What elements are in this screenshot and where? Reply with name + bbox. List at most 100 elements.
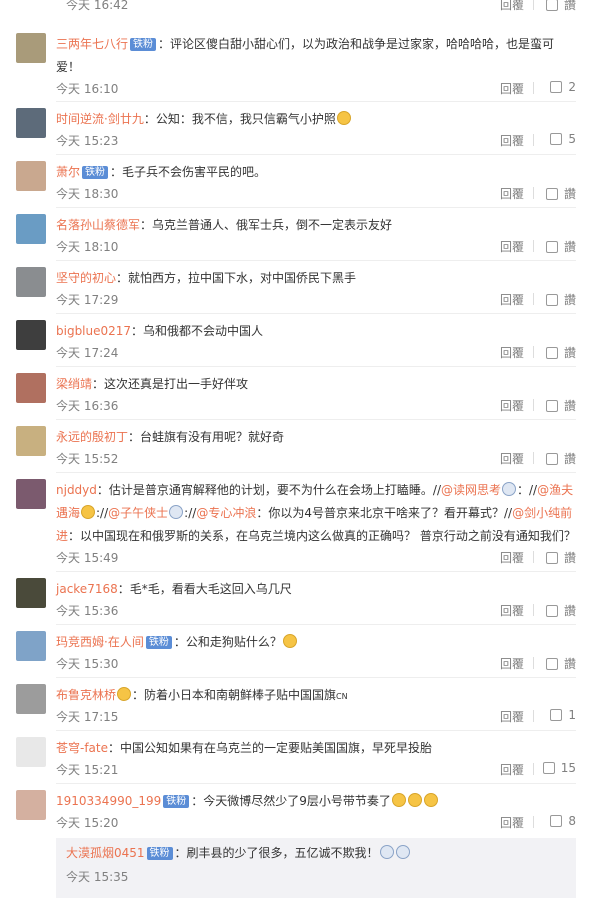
user-name[interactable]: 三两年七八行 xyxy=(56,37,128,51)
like-button[interactable]: 1 xyxy=(550,708,576,722)
thumbs-up-icon xyxy=(545,0,558,11)
sub-reply-box: 大漠孤烟0451 铁粉 ：刷丰县的少了很多，五亿诚不欺我！ 今天 15:35 xyxy=(56,838,576,898)
avatar[interactable] xyxy=(16,373,46,403)
thumbs-up-icon xyxy=(545,400,558,412)
like-button[interactable]: 5 xyxy=(550,132,576,146)
comment-text: 苍穹-fate：中国公知如果有在乌克兰的一定要贴美国国旗，早死早投胎 xyxy=(56,741,433,755)
user-name[interactable]: 布鲁克林桥 xyxy=(56,688,116,702)
reply-button[interactable]: 回覆 xyxy=(500,291,524,308)
comment-item: 时间逆流·剑廿九：公知：我不信，我只信霸气小护照 今天 15:23 回覆 5 xyxy=(16,108,576,155)
avatar[interactable] xyxy=(16,108,46,138)
fan-badge[interactable]: 铁粉 xyxy=(163,795,190,808)
laughing-emoji-icon xyxy=(282,634,297,648)
reply-button[interactable]: 回覆 xyxy=(500,549,524,566)
like-count: 讚 xyxy=(563,0,576,12)
comment-item: 萧尔 铁粉 ：毛子兵不会伤害平民的吧。 今天 18:30 回覆 讚 xyxy=(16,161,576,208)
like-count: 15 xyxy=(560,761,576,775)
user-name[interactable]: 坚守的初心 xyxy=(56,271,116,285)
avatar[interactable] xyxy=(16,161,46,191)
comment-item: 梁绡靖：这次还真是打出一手好伴攻 今天 16:36 回覆 讚 xyxy=(16,373,576,420)
user-name[interactable]: 苍穹-fate xyxy=(56,741,108,755)
user-name[interactable]: 萧尔 xyxy=(56,165,80,179)
comment-text: 名落孙山蔡德军：乌克兰普通人、俄军士兵，倒不一定表示友好 xyxy=(56,218,393,232)
reply-button[interactable]: 回覆 xyxy=(500,655,524,672)
avatar[interactable] xyxy=(16,426,46,456)
like-button[interactable]: 15 xyxy=(542,761,576,775)
comment-time: 今天 16:36 xyxy=(56,399,119,413)
heart-emoji-icon xyxy=(117,687,132,701)
user-name[interactable]: 大漠孤烟0451 xyxy=(66,846,145,860)
like-button[interactable]: 讚 xyxy=(545,397,576,414)
reply-button[interactable]: 回覆 xyxy=(500,450,524,467)
comment-text: 玛竞西姆·在人间 铁粉 ：公和走狗贴什么？ xyxy=(56,631,576,654)
avatar[interactable] xyxy=(16,790,46,820)
fan-badge[interactable]: 铁粉 xyxy=(130,38,157,51)
like-button[interactable]: 2 xyxy=(550,80,576,94)
like-button[interactable]: 讚 xyxy=(545,291,576,308)
reply-button[interactable]: 回覆 xyxy=(500,0,524,13)
like-count: 讚 xyxy=(563,240,576,254)
reply-button[interactable]: 回覆 xyxy=(500,344,524,361)
avatar[interactable] xyxy=(16,479,46,509)
reply-button[interactable]: 回覆 xyxy=(500,814,524,831)
mention-link[interactable]: @子午侠士 xyxy=(108,506,168,520)
user-name[interactable]: 时间逆流·剑廿九 xyxy=(56,112,144,126)
avatar[interactable] xyxy=(16,33,46,63)
user-name[interactable]: 玛竞西姆·在人间 xyxy=(56,635,144,649)
previous-comment-meta: 今天 16:42 回覆 讚 xyxy=(56,0,576,14)
comment-time: 今天 16:10 xyxy=(56,82,119,96)
like-button[interactable]: 讚 xyxy=(545,238,576,255)
avatar[interactable] xyxy=(16,631,46,661)
reply-button[interactable]: 回覆 xyxy=(500,708,524,725)
comment-text: 坚守的初心：就怕西方，拉中国下水，对中国侨民下黑手 xyxy=(56,271,357,285)
divider xyxy=(533,816,534,828)
like-button[interactable]: 讚 xyxy=(545,344,576,361)
reply-button[interactable]: 回覆 xyxy=(500,80,524,97)
like-button[interactable]: 讚 xyxy=(545,185,576,202)
fan-badge[interactable]: 铁粉 xyxy=(82,166,109,179)
comment-item: 苍穹-fate：中国公知如果有在乌克兰的一定要贴美国国旗，早死早投胎 今天 15… xyxy=(16,737,576,784)
thumbs-up-icon xyxy=(545,294,558,306)
crying-emoji-icon xyxy=(502,482,517,496)
user-name[interactable]: bigblue0217 xyxy=(56,324,131,338)
user-name[interactable]: 梁绡靖 xyxy=(56,377,92,391)
user-name[interactable]: jacke7168 xyxy=(56,582,118,596)
mention-link[interactable]: @读网思考 xyxy=(441,483,501,497)
user-name[interactable]: 1910334990_199 xyxy=(56,794,161,808)
avatar[interactable] xyxy=(16,737,46,767)
row-divider xyxy=(56,677,576,678)
divider xyxy=(533,763,534,775)
like-count: 讚 xyxy=(563,452,576,466)
user-name[interactable]: 名落孙山蔡德军 xyxy=(56,218,140,232)
avatar[interactable] xyxy=(16,578,46,608)
reply-button[interactable]: 回覆 xyxy=(500,238,524,255)
fan-badge[interactable]: 铁粉 xyxy=(146,847,173,860)
comment-meta: 今天 15:20 回覆 8 xyxy=(56,814,576,830)
reply-button[interactable]: 回覆 xyxy=(500,761,524,778)
user-name[interactable]: 永远的殷初丁 xyxy=(56,430,128,444)
avatar[interactable] xyxy=(16,684,46,714)
reply-button[interactable]: 回覆 xyxy=(500,132,524,149)
like-button[interactable]: 讚 xyxy=(545,602,576,619)
mention-link[interactable]: @专心冲浪 xyxy=(196,506,256,520)
laughing-emoji-icon xyxy=(391,793,406,807)
comment-item: jacke7168：毛*毛，看看大毛这回入乌几尺 今天 15:36 回覆 讚 xyxy=(16,578,576,625)
avatar[interactable] xyxy=(16,320,46,350)
comment-item: 永远的殷初丁：台蛙旗有没有用呢？就好奇 今天 15:52 回覆 讚 xyxy=(16,426,576,473)
like-count: 讚 xyxy=(563,293,576,307)
like-button[interactable]: 8 xyxy=(550,814,576,828)
avatar[interactable] xyxy=(16,214,46,244)
reply-button[interactable]: 回覆 xyxy=(500,185,524,202)
like-button[interactable]: 讚 xyxy=(545,450,576,467)
like-count: 讚 xyxy=(563,399,576,413)
like-button[interactable]: 讚 xyxy=(545,549,576,566)
avatar[interactable] xyxy=(16,267,46,297)
row-divider xyxy=(56,154,576,155)
comment-item: 1910334990_199 铁粉 ：今天微博尽然少了9层小号带节奏了 今天 15:… xyxy=(16,790,576,835)
reply-button[interactable]: 回覆 xyxy=(500,397,524,414)
like-button[interactable]: 讚 xyxy=(545,655,576,672)
fan-badge[interactable]: 铁粉 xyxy=(145,636,172,649)
user-name[interactable]: njddyd xyxy=(56,483,97,497)
like-button[interactable]: 讚 xyxy=(545,0,576,13)
reply-button[interactable]: 回覆 xyxy=(500,602,524,619)
